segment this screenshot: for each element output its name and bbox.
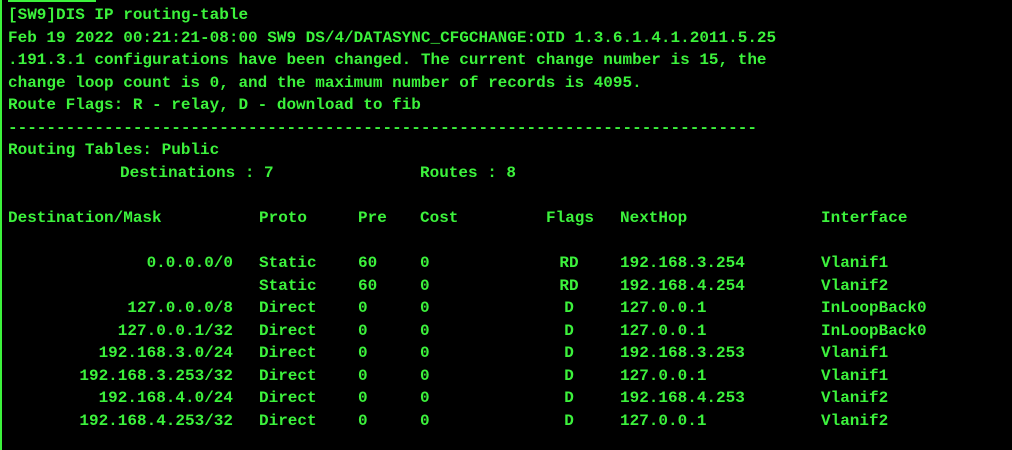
route-cost: 0 bbox=[420, 254, 430, 272]
log-line-3: change loop count is 0, and the maximum … bbox=[8, 73, 642, 92]
route-destination: 192.168.4.253/32 bbox=[79, 411, 233, 430]
route-interface: InLoopBack0 bbox=[821, 299, 927, 317]
route-interface: Vlanif2 bbox=[821, 389, 889, 407]
route-flags: D bbox=[564, 411, 574, 430]
route-proto: Static bbox=[259, 254, 317, 272]
header-flags: Flags bbox=[546, 208, 595, 227]
route-flags: D bbox=[564, 389, 574, 407]
route-destination: 0.0.0.0/0 bbox=[146, 254, 233, 272]
route-destination: 192.168.4.0/24 bbox=[98, 389, 233, 407]
route-proto: Direct bbox=[259, 299, 317, 317]
routes-count: Routes : 8 bbox=[420, 163, 517, 182]
route-interface: InLoopBack0 bbox=[821, 321, 927, 340]
route-flags: RD bbox=[559, 254, 579, 272]
route-proto: Direct bbox=[259, 389, 317, 407]
route-cost: 0 bbox=[420, 276, 430, 295]
header-pre: Pre bbox=[358, 208, 387, 227]
route-pre: 0 bbox=[358, 389, 368, 407]
route-flags: D bbox=[564, 299, 574, 317]
log-line-2: .191.3.1 configurations have been change… bbox=[8, 51, 767, 69]
route-flags: D bbox=[564, 321, 574, 340]
route-cost: 0 bbox=[420, 389, 430, 407]
route-flags: D bbox=[564, 344, 574, 362]
route-nexthop: 192.168.4.254 bbox=[620, 276, 745, 295]
route-nexthop: 127.0.0.1 bbox=[620, 411, 707, 430]
route-interface: Vlanif1 bbox=[821, 366, 889, 385]
route-nexthop: 127.0.0.1 bbox=[620, 366, 707, 385]
route-pre: 60 bbox=[358, 276, 378, 295]
route-pre: 0 bbox=[358, 344, 368, 362]
header-destination-mask: Destination/Mask bbox=[8, 208, 162, 227]
header-cost: Cost bbox=[420, 208, 459, 227]
route-flags-legend: Route Flags: R - relay, D - download to … bbox=[8, 96, 421, 114]
route-interface: Vlanif1 bbox=[821, 254, 889, 272]
routing-tables-label: Routing Tables: Public bbox=[8, 141, 220, 159]
separator-line: ----------------------------------------… bbox=[8, 118, 757, 137]
route-cost: 0 bbox=[420, 366, 430, 385]
route-destination: 127.0.0.0/8 bbox=[127, 299, 233, 317]
route-cost: 0 bbox=[420, 411, 430, 430]
command-line: [SW9]DIS IP routing-table bbox=[8, 6, 249, 24]
route-nexthop: 127.0.0.1 bbox=[620, 299, 707, 317]
route-proto: Direct bbox=[259, 344, 317, 362]
route-nexthop: 192.168.4.253 bbox=[620, 389, 745, 407]
route-proto: Direct bbox=[259, 321, 317, 340]
route-pre: 0 bbox=[358, 411, 368, 430]
route-cost: 0 bbox=[420, 299, 430, 317]
route-pre: 0 bbox=[358, 299, 368, 317]
route-flags: D bbox=[564, 366, 574, 385]
header-interface: Interface bbox=[821, 208, 908, 227]
terminal-window[interactable]: [SW9]DIS IP routing-table Feb 19 2022 00… bbox=[0, 0, 1012, 450]
route-destination: 192.168.3.253/32 bbox=[79, 366, 233, 385]
route-interface: Vlanif1 bbox=[821, 344, 889, 362]
route-pre: 0 bbox=[358, 366, 368, 385]
header-nexthop: NextHop bbox=[620, 208, 688, 227]
previous-line-remnant bbox=[8, 0, 96, 2]
route-proto: Direct bbox=[259, 411, 317, 430]
log-line-1: Feb 19 2022 00:21:21-08:00 SW9 DS/4/DATA… bbox=[8, 28, 777, 47]
route-nexthop: 127.0.0.1 bbox=[620, 321, 707, 340]
route-flags: RD bbox=[559, 276, 579, 295]
route-cost: 0 bbox=[420, 344, 430, 362]
route-nexthop: 192.168.3.254 bbox=[620, 254, 745, 272]
route-cost: 0 bbox=[420, 321, 430, 340]
route-interface: Vlanif2 bbox=[821, 276, 889, 295]
route-destination: 192.168.3.0/24 bbox=[98, 344, 233, 362]
header-proto: Proto bbox=[259, 208, 308, 227]
route-proto: Direct bbox=[259, 366, 317, 385]
route-destination bbox=[0, 275, 233, 298]
route-nexthop: 192.168.3.253 bbox=[620, 344, 745, 362]
route-proto: Static bbox=[259, 276, 317, 295]
route-pre: 0 bbox=[358, 321, 368, 340]
route-interface: Vlanif2 bbox=[821, 411, 889, 430]
route-pre: 60 bbox=[358, 254, 378, 272]
destinations-count: Destinations : 7 bbox=[120, 163, 274, 182]
route-destination: 127.0.0.1/32 bbox=[117, 321, 233, 340]
